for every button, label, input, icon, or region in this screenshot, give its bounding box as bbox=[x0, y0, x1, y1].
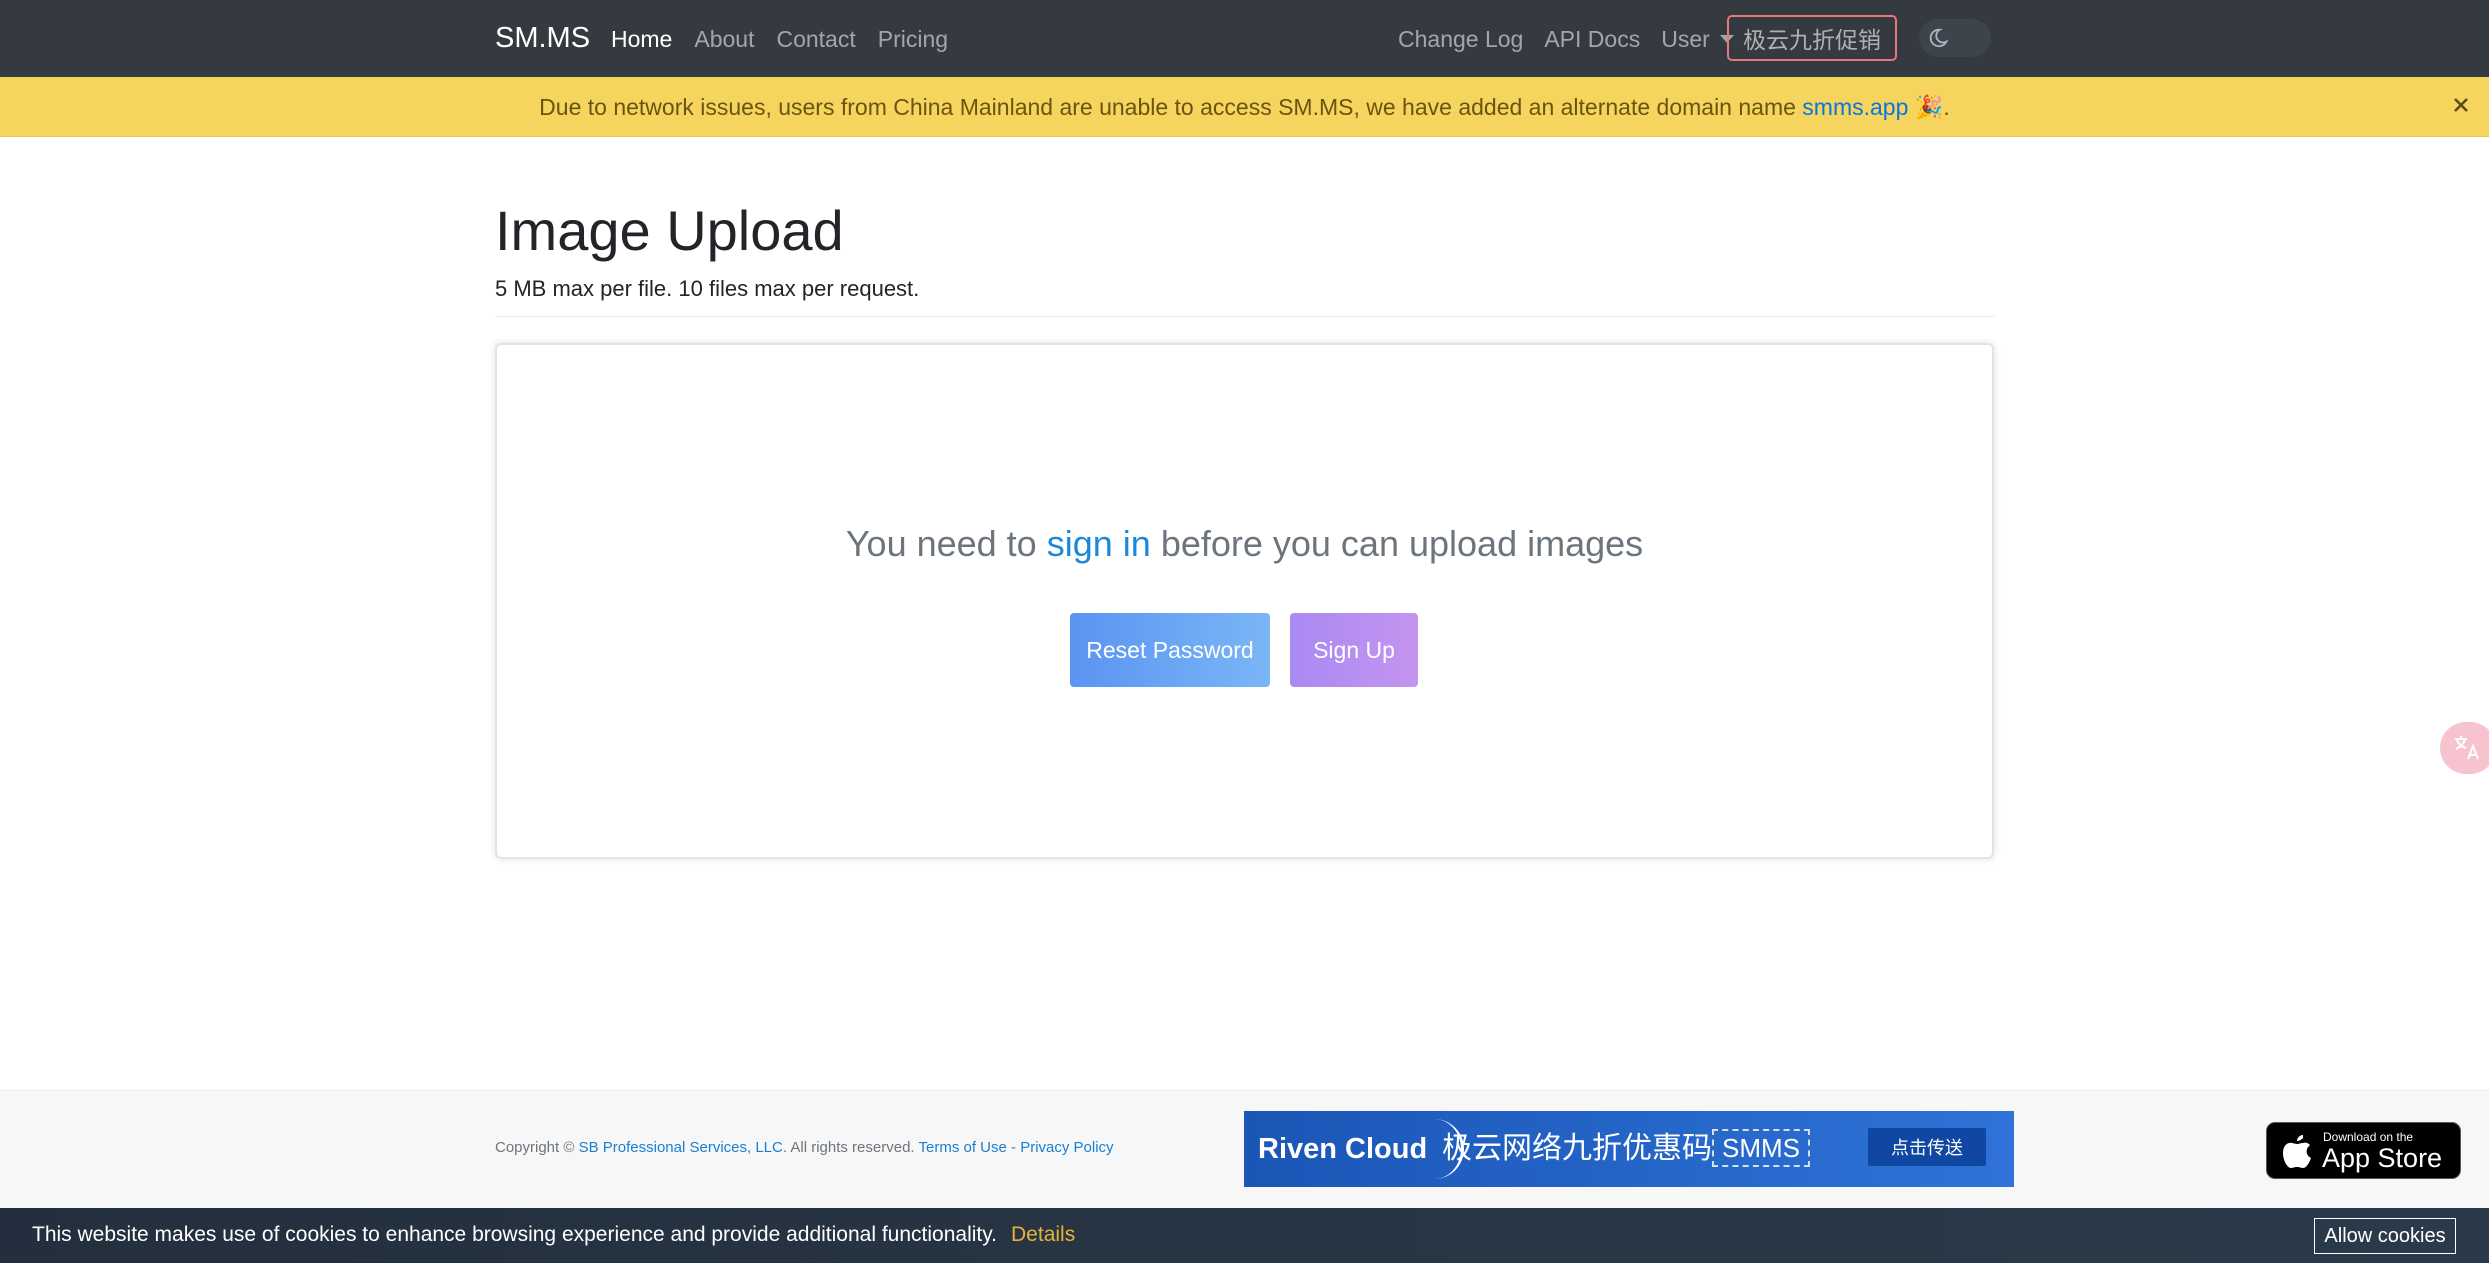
signin-suffix: before you can upload images bbox=[1160, 523, 1644, 564]
dark-mode-toggle[interactable] bbox=[1919, 19, 1991, 57]
translate-icon bbox=[2455, 736, 2479, 760]
brand-logo[interactable]: SM.MS bbox=[495, 20, 590, 56]
cookie-details-link[interactable]: Details bbox=[1011, 1223, 1075, 1246]
upload-area: You need to sign in before you can uploa… bbox=[495, 343, 1994, 859]
alert-trailing: . bbox=[1943, 94, 1950, 120]
user-dropdown-label: User bbox=[1661, 26, 1710, 52]
promo-button[interactable]: 极云九折促销 bbox=[1727, 15, 1897, 61]
nav-about[interactable]: About bbox=[694, 22, 754, 56]
nav-contact[interactable]: Contact bbox=[776, 22, 855, 56]
translate-float-button[interactable] bbox=[2440, 722, 2489, 774]
top-navbar: SM.MS Home About Contact Pricing Change … bbox=[0, 0, 2489, 77]
signin-required-message: You need to sign in before you can uploa… bbox=[497, 522, 1992, 566]
notice-alert: Due to network issues, users from China … bbox=[0, 77, 2489, 137]
party-icon: 🎉 bbox=[1914, 94, 1944, 120]
nav-change-log[interactable]: Change Log bbox=[1398, 22, 1523, 56]
cookie-text: This website makes use of cookies to enh… bbox=[32, 1223, 998, 1246]
alternate-domain-link[interactable]: smms.app bbox=[1802, 94, 1908, 120]
nav-pricing[interactable]: Pricing bbox=[878, 22, 948, 56]
copyright-prefix: Copyright © bbox=[495, 1139, 575, 1156]
ad-text: 极云网络九折优惠码 bbox=[1442, 1131, 1712, 1166]
signin-link[interactable]: sign in bbox=[1047, 523, 1151, 564]
apple-icon bbox=[2283, 1135, 2311, 1168]
alert-text: Due to network issues, users from China … bbox=[539, 94, 1796, 120]
page-title: Image Upload bbox=[495, 199, 844, 262]
moon-icon bbox=[1924, 24, 1952, 52]
reset-password-button[interactable]: Reset Password bbox=[1070, 613, 1270, 687]
close-alert-button[interactable] bbox=[2445, 89, 2477, 121]
sign-up-button[interactable]: Sign Up bbox=[1290, 613, 1418, 687]
nav-api-docs[interactable]: API Docs bbox=[1544, 22, 1640, 56]
cookie-consent-bar: This website makes use of cookies to enh… bbox=[0, 1208, 2489, 1263]
footer-separator: - bbox=[1011, 1139, 1017, 1156]
appstore-small-text: Download on the bbox=[2323, 1130, 2414, 1144]
alert-message: Due to network issues, users from China … bbox=[0, 92, 2489, 122]
nav-home[interactable]: Home bbox=[611, 22, 672, 56]
nav-primary: Home About Contact Pricing bbox=[611, 22, 948, 56]
company-link[interactable]: SB Professional Services, LLC bbox=[579, 1139, 783, 1156]
footer: Copyright © SB Professional Services, LL… bbox=[0, 1090, 2489, 1209]
allow-cookies-button[interactable]: Allow cookies bbox=[2314, 1218, 2456, 1254]
ad-brand: Riven Cloud bbox=[1258, 1133, 1428, 1165]
rights-text: . All rights reserved. bbox=[782, 1139, 915, 1156]
ad-go-button[interactable]: 点击传送 bbox=[1868, 1128, 1986, 1166]
riven-cloud-ad[interactable]: Riven Cloud 极云网络九折优惠码 SMMS 点击传送 bbox=[1244, 1111, 2014, 1187]
copyright-text: Copyright © SB Professional Services, LL… bbox=[495, 1138, 1114, 1158]
appstore-big-text: App Store bbox=[2322, 1143, 2443, 1173]
privacy-link[interactable]: Privacy Policy bbox=[1020, 1139, 1113, 1156]
close-icon bbox=[2454, 98, 2468, 112]
terms-link[interactable]: Terms of Use bbox=[918, 1139, 1006, 1156]
app-store-badge[interactable]: Download on the App Store bbox=[2266, 1122, 2461, 1179]
nav-secondary: Change Log API Docs User bbox=[1398, 22, 1734, 56]
ad-coupon-code: SMMS bbox=[1712, 1129, 1810, 1167]
upload-limits-text: 5 MB max per file. 10 files max per requ… bbox=[495, 276, 920, 301]
nav-user-dropdown[interactable]: User bbox=[1661, 22, 1734, 56]
title-divider bbox=[495, 316, 1995, 317]
cookie-message: This website makes use of cookies to enh… bbox=[32, 1221, 1075, 1249]
signin-prefix: You need to bbox=[845, 523, 1037, 564]
